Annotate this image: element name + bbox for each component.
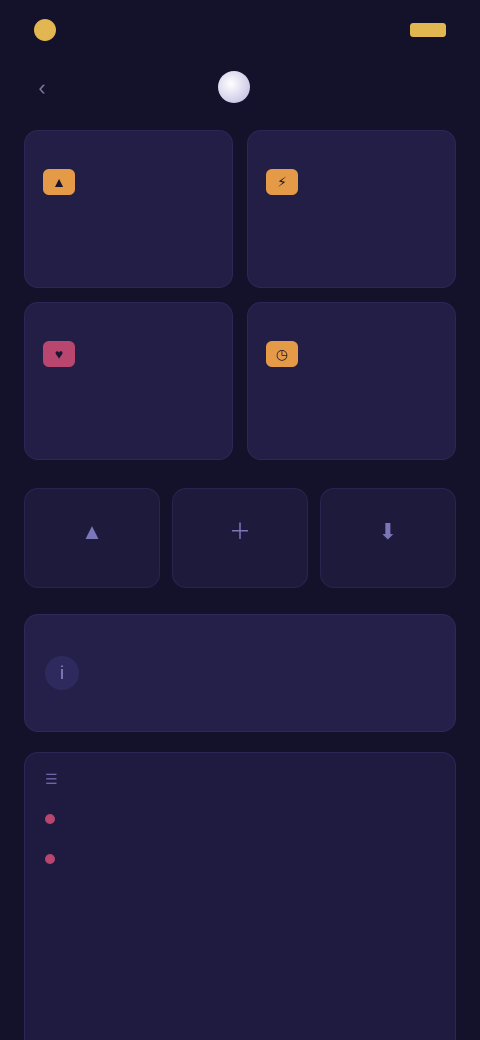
heart-icon: ♥ <box>43 341 75 367</box>
list-icon: ☰ <box>45 771 58 787</box>
feed-dot-icon <box>45 814 55 824</box>
feed-dot-icon <box>45 854 55 864</box>
feed-header: ☰ <box>45 771 435 788</box>
stats-grid: ▲ ⚡ ♥ ◷ <box>24 130 456 460</box>
brand <box>218 71 262 103</box>
triangle-up-icon: ▲ <box>81 519 103 544</box>
stat-row: ⚡ <box>266 169 437 195</box>
stat-card[interactable]: ♥ <box>24 302 233 460</box>
stat-card[interactable]: ▲ <box>24 130 233 288</box>
stat-card[interactable]: ◷ <box>247 302 456 460</box>
back-arrow-icon: ‹ <box>38 75 46 100</box>
back-button[interactable]: ‹ <box>30 76 54 100</box>
status-bar <box>0 0 480 60</box>
app-logo-icon <box>218 71 250 103</box>
status-indicator-icon <box>34 19 56 41</box>
download-icon: ⬇ <box>378 519 398 544</box>
activity-feed: ☰ <box>24 752 456 1040</box>
bolt-icon: ⚡ <box>266 169 298 195</box>
feed-body <box>69 810 435 824</box>
notice-banner[interactable]: i <box>24 614 456 732</box>
feed-item[interactable] <box>45 850 435 864</box>
clock-icon: ◷ <box>266 341 298 367</box>
app-header: ‹ <box>0 62 480 112</box>
info-icon: i <box>45 656 79 690</box>
stat-card[interactable]: ⚡ <box>247 130 456 288</box>
feed-item[interactable] <box>45 810 435 824</box>
stat-row: ◷ <box>266 341 437 367</box>
plus-icon: ＋ <box>228 519 251 544</box>
battery-icon <box>410 23 446 37</box>
quick-actions: ▲ ＋ ⬇ <box>24 488 456 588</box>
status-bar-left <box>34 19 66 41</box>
action-button[interactable]: ⬇ <box>320 488 456 588</box>
flame-icon: ▲ <box>43 169 75 195</box>
action-button[interactable]: ＋ <box>172 488 308 588</box>
stat-row: ▲ <box>43 169 214 195</box>
stat-row: ♥ <box>43 341 214 367</box>
feed-body <box>69 850 435 864</box>
action-button[interactable]: ▲ <box>24 488 160 588</box>
status-bar-right <box>402 23 446 37</box>
